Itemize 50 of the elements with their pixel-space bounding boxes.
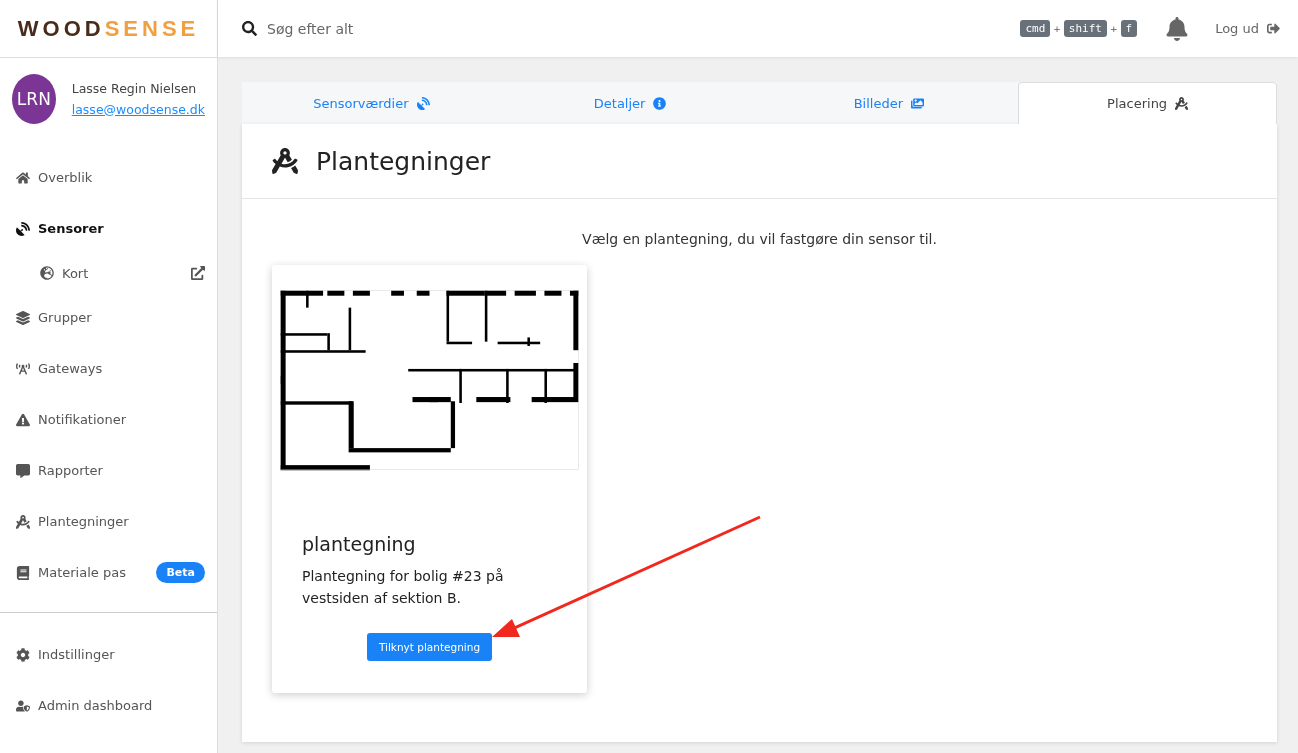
keyboard-key: cmd: [1020, 20, 1051, 37]
plus-sign: +: [1053, 23, 1061, 34]
logout-link[interactable]: Log ud: [1215, 21, 1280, 36]
sidebar-item[interactable]: Indstillinger: [0, 629, 217, 680]
logout-icon: [1267, 22, 1280, 35]
satellite-dish-icon: [16, 221, 30, 236]
beta-badge: Beta: [156, 562, 205, 583]
sidebar-item[interactable]: Sensorer: [0, 203, 217, 254]
antenna-icon: [16, 361, 30, 376]
tab[interactable]: Billeder: [759, 82, 1019, 124]
notification-bell-icon[interactable]: [1165, 16, 1190, 41]
globe-icon: [40, 266, 54, 280]
sidebar-item[interactable]: Overblik: [0, 152, 217, 203]
sidebar-item[interactable]: Materiale pas Beta: [0, 547, 217, 598]
woodsense-logo[interactable]: WOOD SENSE: [0, 0, 217, 58]
sidebar-item[interactable]: Admin dashboard: [0, 680, 217, 731]
compass-icon: [1175, 97, 1189, 110]
book-icon: [16, 565, 30, 580]
info-icon: [653, 97, 667, 110]
external-link-icon: [191, 266, 205, 280]
sidebar-item[interactable]: Plantegninger: [0, 496, 217, 547]
keyboard-key: f: [1120, 20, 1138, 37]
sidebar-item[interactable]: Rapporter: [0, 445, 217, 496]
sidebar-item[interactable]: Notifikationer: [0, 394, 217, 445]
instruction-text: Vælg en plantegning, du vil fastgøre din sensor til.: [581, 231, 938, 247]
user-avatar: LRN: [12, 74, 56, 124]
tab[interactable]: Detaljer: [500, 82, 760, 124]
sidebar-item[interactable]: Kort: [0, 254, 217, 292]
tab[interactable]: Placering: [1018, 82, 1277, 124]
card-description: Plantegning for bolig #23 på vestsiden af sektion B.: [302, 567, 505, 608]
user-name: Lasse Regin Nielsen: [71, 80, 198, 96]
sidebar-item[interactable]: Gateways: [0, 343, 217, 394]
keyboard-key: shift: [1063, 20, 1107, 37]
plus-sign: +: [1110, 23, 1118, 34]
card-title: plantegning: [302, 533, 417, 555]
home-icon: [16, 170, 30, 185]
speech-bubble-icon: [16, 463, 30, 478]
tab[interactable]: Sensorværdier: [242, 82, 501, 124]
settings-icon: [16, 647, 30, 662]
attach-floor-plan-button[interactable]: Tilknyt plantegning: [366, 633, 493, 661]
sidebar-item[interactable]: Grupper: [0, 292, 217, 343]
images-icon: [911, 97, 925, 110]
layers-icon: [16, 310, 30, 325]
search-icon: [242, 21, 257, 36]
compass-icon: [272, 148, 298, 174]
compass-icon: [16, 514, 30, 529]
user-shield-icon: [16, 698, 30, 713]
satellite-dish-icon: [416, 97, 430, 110]
warning-icon: [16, 412, 30, 427]
panel-title: Plantegninger: [316, 146, 491, 176]
